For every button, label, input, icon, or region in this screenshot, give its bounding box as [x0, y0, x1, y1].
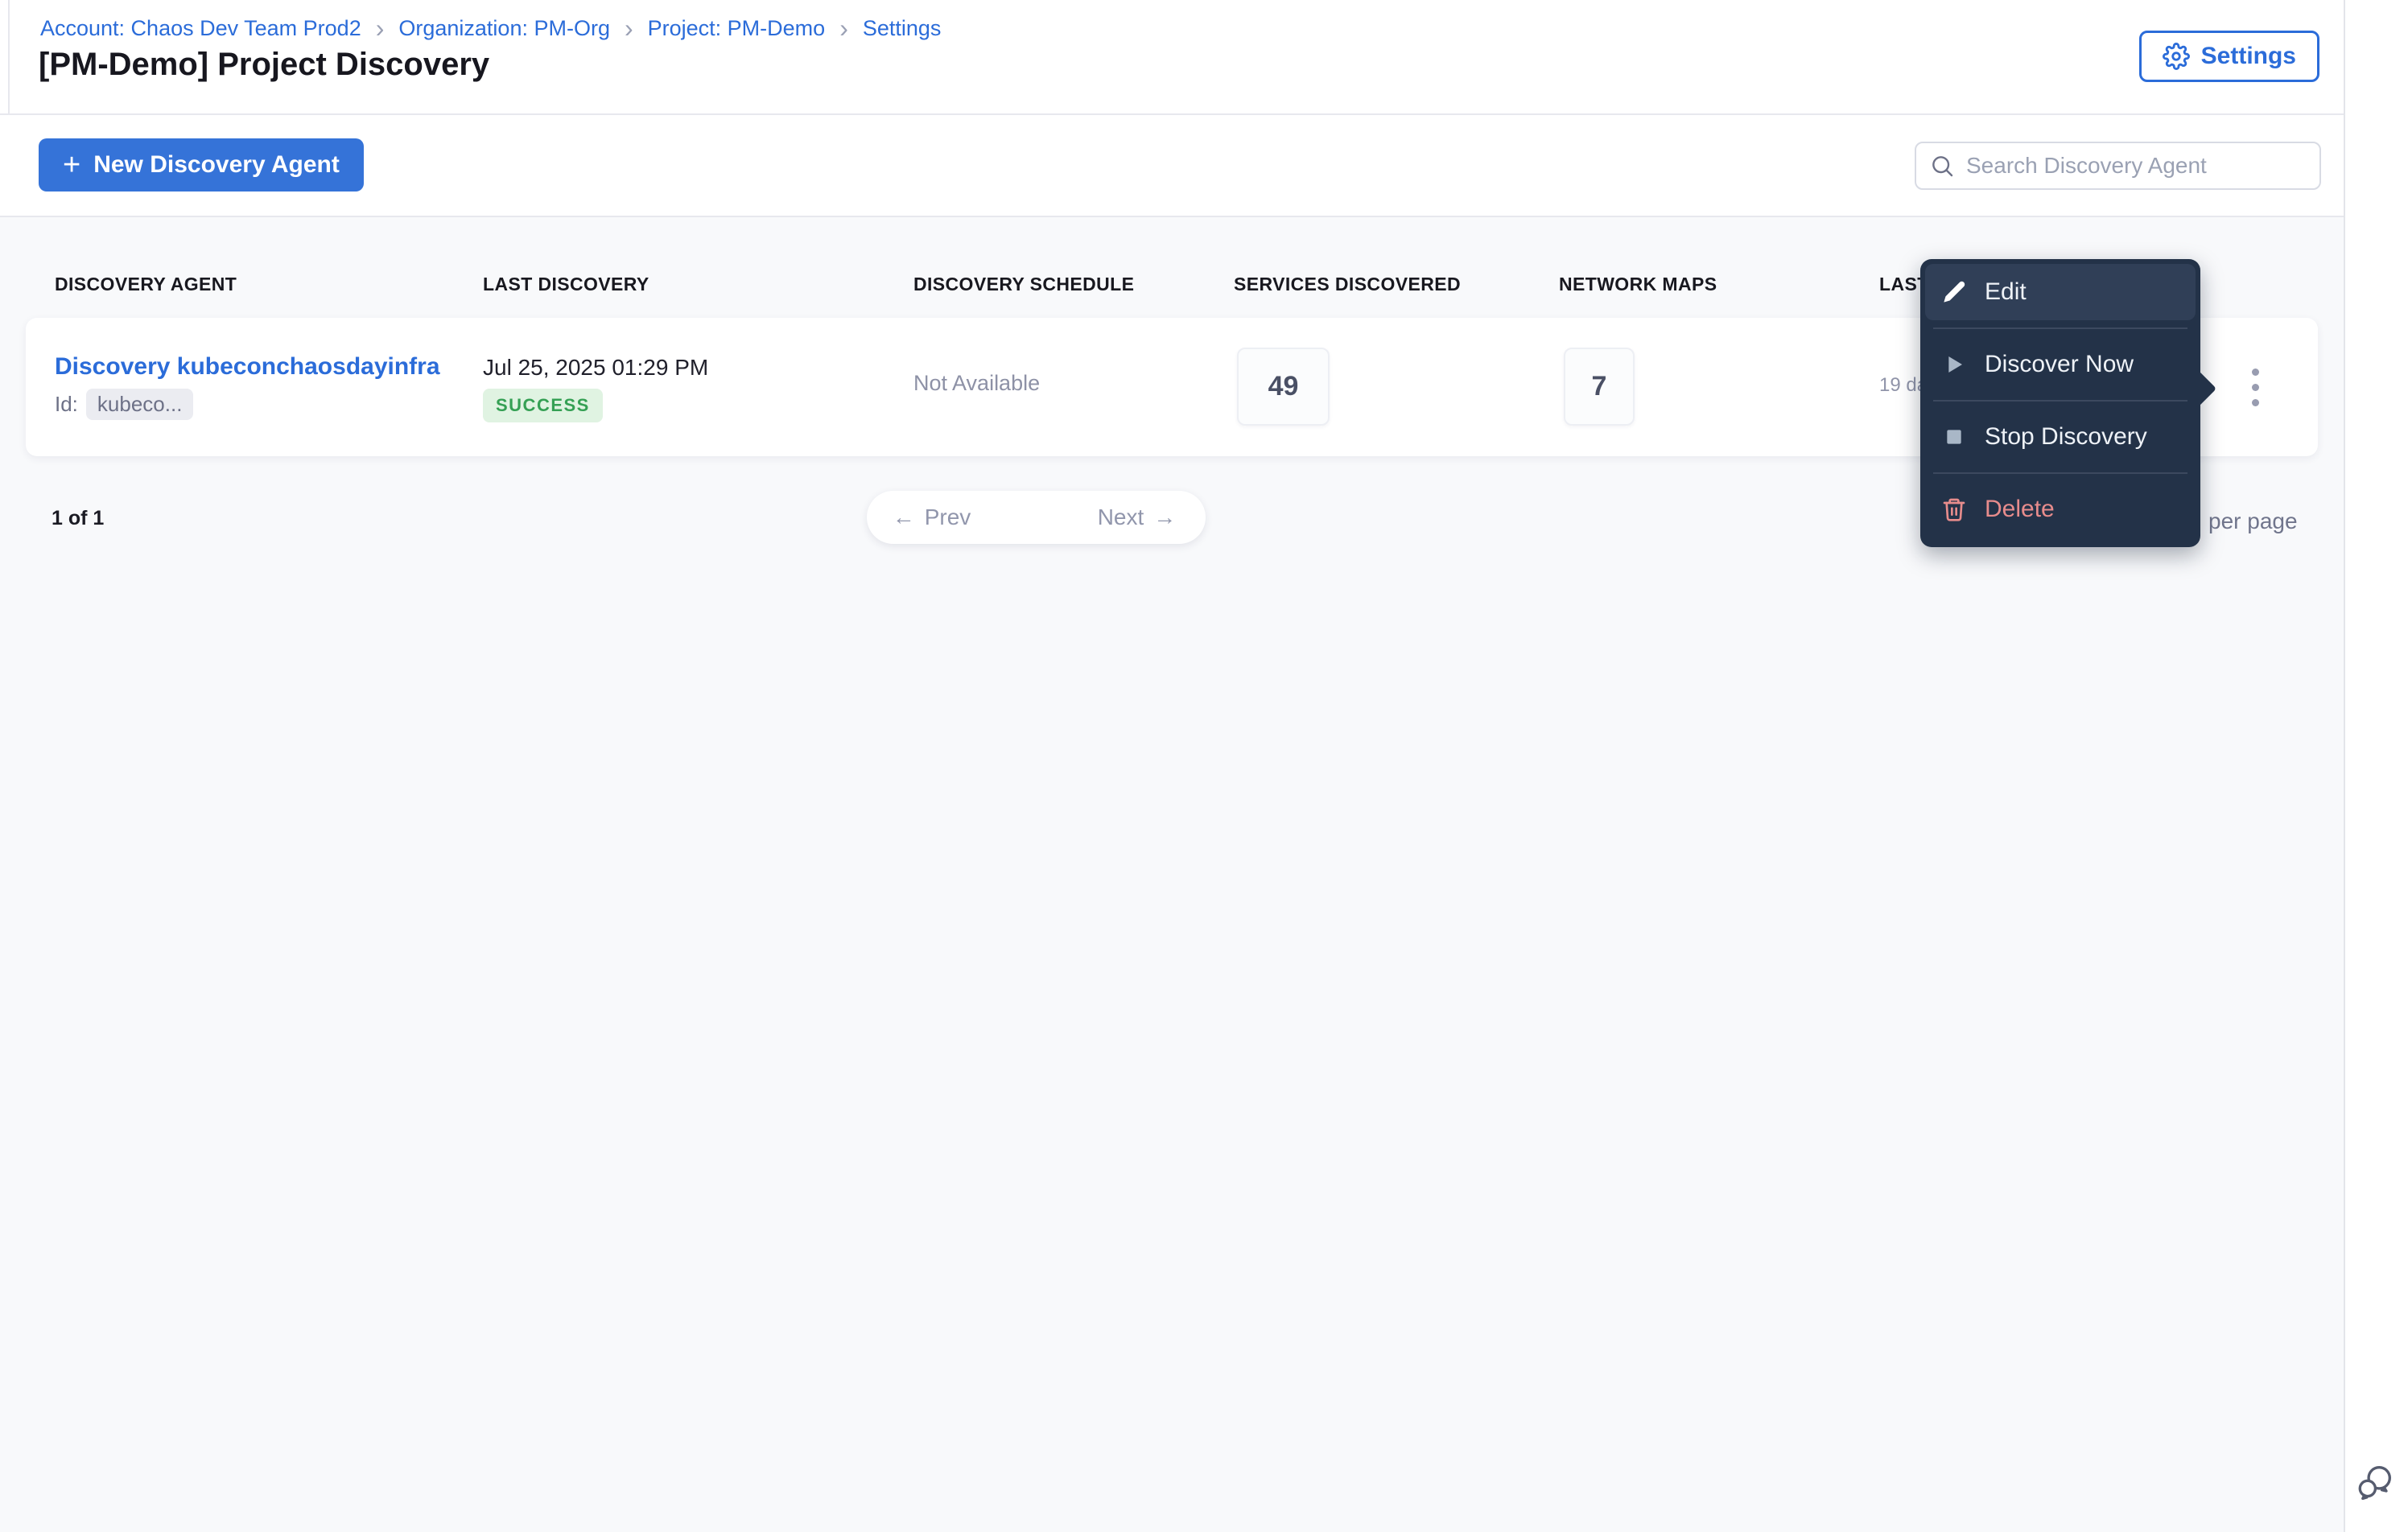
chat-bubbles-icon	[2355, 1462, 2397, 1502]
network-maps-count: 7	[1564, 348, 1635, 426]
menu-item-delete-label: Delete	[1985, 496, 2055, 522]
new-discovery-agent-button[interactable]: + New Discovery Agent	[39, 138, 364, 192]
row-actions-kebab-button[interactable]	[2229, 347, 2281, 427]
breadcrumb-separator: ›	[624, 14, 633, 43]
page-header: Account: Chaos Dev Team Prod2 › Organiza…	[0, 0, 2344, 115]
per-page-label: per page	[2208, 509, 2298, 533]
right-gutter	[2347, 0, 2408, 1532]
pagination-summary: 1 of 1	[52, 507, 105, 529]
toolbar: + New Discovery Agent	[0, 115, 2344, 217]
menu-item-stop-discovery[interactable]: Stop Discovery	[1920, 409, 2200, 465]
breadcrumb-org-link[interactable]: Organization: PM-Org	[398, 16, 610, 41]
trash-icon	[1941, 496, 1967, 522]
menu-item-discover-now[interactable]: Discover Now	[1920, 336, 2200, 393]
agent-id: Id: kubeco...	[55, 389, 194, 420]
menu-divider	[1933, 400, 2187, 402]
column-header-discovery-agent: DISCOVERY AGENT	[55, 274, 237, 294]
arrow-left-icon: ←	[892, 504, 915, 529]
column-header-discovery-schedule: DISCOVERY SCHEDULE	[913, 274, 1135, 294]
menu-divider	[1933, 327, 2187, 329]
last-discovery-date: Jul 25, 2025 01:29 PM	[483, 355, 709, 380]
settings-button-label: Settings	[2200, 43, 2296, 69]
pen-icon	[1941, 279, 1967, 305]
new-discovery-agent-label: New Discovery Agent	[93, 151, 340, 178]
menu-item-delete[interactable]: Delete	[1920, 481, 2200, 537]
settings-button[interactable]: Settings	[2138, 31, 2319, 82]
agent-id-label: Id:	[55, 392, 78, 416]
collapsed-nav-edge	[8, 0, 10, 113]
menu-divider	[1933, 472, 2187, 474]
next-page-button[interactable]: Next →	[1068, 491, 1206, 544]
status-badge: SUCCESS	[483, 389, 603, 422]
prev-page-button[interactable]: ← Prev	[867, 491, 996, 544]
breadcrumb-account-link[interactable]: Account: Chaos Dev Team Prod2	[40, 16, 361, 41]
stop-icon	[1941, 424, 1967, 450]
breadcrumb: Account: Chaos Dev Team Prod2 › Organiza…	[40, 14, 942, 43]
menu-item-edit-label: Edit	[1985, 278, 2027, 305]
menu-item-edit[interactable]: Edit	[1925, 264, 2196, 320]
breadcrumb-separator: ›	[375, 14, 385, 43]
row-context-menu: Edit Discover Now Stop Discovery Delete	[1920, 259, 2217, 547]
breadcrumb-project-link[interactable]: Project: PM-Demo	[648, 16, 826, 41]
arrow-right-icon: →	[1153, 504, 1177, 529]
play-icon	[1941, 352, 1967, 377]
menu-item-stop-discovery-label: Stop Discovery	[1985, 423, 2147, 450]
agent-id-value: kubeco...	[85, 389, 194, 420]
column-header-network-maps: NETWORK MAPS	[1559, 274, 1717, 294]
pagination: ← Prev 1 Next →	[867, 491, 1206, 544]
discovery-schedule-value: Not Available	[913, 371, 1041, 395]
prev-label: Prev	[924, 504, 971, 529]
menu-item-discover-now-label: Discover Now	[1985, 351, 2134, 377]
column-header-last-discovery: LAST DISCOVERY	[483, 274, 649, 294]
breadcrumb-separator: ›	[839, 14, 848, 43]
search-icon	[1929, 153, 1955, 179]
search-input[interactable]	[1966, 153, 2307, 179]
next-label: Next	[1097, 504, 1144, 529]
plus-icon: +	[63, 148, 81, 182]
services-discovered-count: 49	[1237, 348, 1330, 426]
gear-icon	[2162, 43, 2190, 70]
support-chat-button[interactable]	[2355, 1461, 2397, 1503]
page-title: [PM-Demo] Project Discovery	[39, 47, 490, 82]
page-1-button[interactable]: 1	[996, 491, 1068, 544]
column-header-services-discovered: SERVICES DISCOVERED	[1234, 274, 1461, 294]
breadcrumb-settings-link[interactable]: Settings	[863, 16, 942, 41]
agent-name-link[interactable]: Discovery kubeconchaosdayinfra	[55, 353, 440, 381]
kebab-icon	[2251, 368, 2259, 376]
search-box	[1915, 142, 2321, 190]
main-panel: Account: Chaos Dev Team Prod2 › Organiza…	[0, 0, 2345, 1532]
